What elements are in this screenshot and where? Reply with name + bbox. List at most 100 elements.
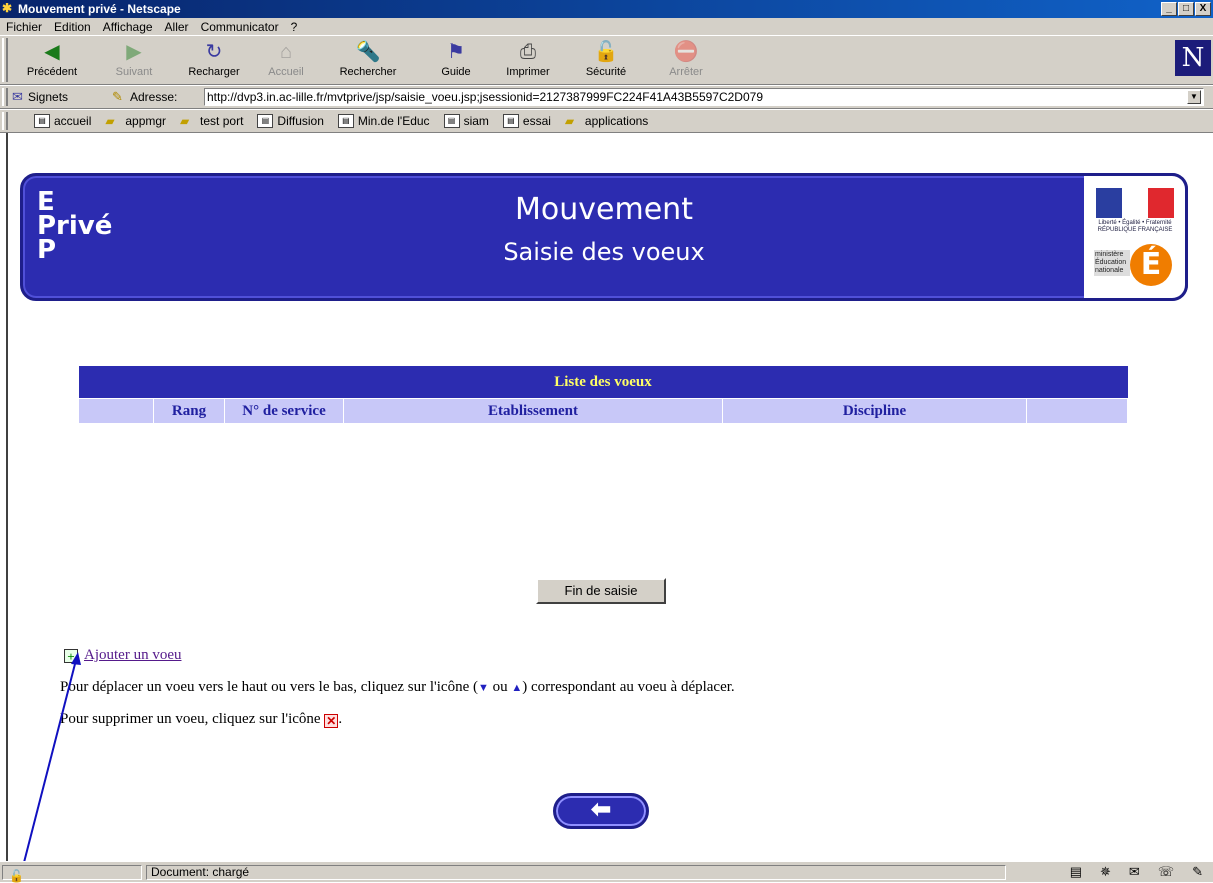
delete-instructions: Pour supprimer un voeu, cliquez sur l'ic… xyxy=(60,711,342,728)
address-label: Adresse: xyxy=(130,90,178,104)
menu-fichier[interactable]: Fichier xyxy=(0,20,48,34)
bookmark-label: applications xyxy=(584,114,649,128)
move-text-ou: ou xyxy=(488,679,512,695)
stop-label: Arrêter xyxy=(669,66,703,78)
reload-button[interactable]: ↻ Recharger xyxy=(182,39,246,83)
status-mail-icon[interactable]: ✉ xyxy=(1129,864,1140,880)
status-text: Document: chargé xyxy=(146,865,1006,880)
forward-label: Suivant xyxy=(115,66,153,78)
menu-affichage[interactable]: Affichage xyxy=(97,20,159,34)
reload-icon: ↻ xyxy=(205,41,223,63)
menu-communicator[interactable]: Communicator xyxy=(195,20,285,34)
folder-icon: ▰ xyxy=(564,114,575,128)
add-icon[interactable]: + xyxy=(64,648,78,663)
add-voeu-link[interactable]: Ajouter un voeu xyxy=(84,647,181,664)
navigation-toolbar: ◀ Précédent ▶ Suivant ↻ Recharger ⌂ Accu… xyxy=(0,35,1213,85)
window-title: Mouvement privé - Netscape xyxy=(18,2,181,16)
personal-grip[interactable] xyxy=(2,112,8,130)
bookmark-label: Diffusion xyxy=(277,114,324,128)
move-text-a: Pour déplacer un voeu vers le haut ou ve… xyxy=(60,679,478,695)
lock-icon: 🔓 xyxy=(593,41,619,63)
reload-label: Recharger xyxy=(188,66,240,78)
maximize-button[interactable]: □ xyxy=(1178,2,1194,16)
back-button[interactable]: ◀ Précédent xyxy=(20,39,84,83)
page-icon: ▤ xyxy=(257,114,274,128)
status-page-icon[interactable]: ▤ xyxy=(1070,864,1082,880)
status-discussion-icon[interactable]: ☏ xyxy=(1158,864,1174,880)
bookmark-applications[interactable]: ▰ applications xyxy=(565,114,648,128)
bookmark-accueil[interactable]: ▤ accueil xyxy=(34,114,91,128)
education-e-icon: É xyxy=(1130,244,1172,286)
bookmark-essai[interactable]: ▤ essai xyxy=(502,114,551,128)
location-grip[interactable] xyxy=(2,88,8,106)
bookmark-test-port[interactable]: ▰ test port xyxy=(180,114,243,128)
header-blank-left xyxy=(78,398,154,424)
delete-text-b: . xyxy=(338,711,343,727)
menu-help[interactable]: ? xyxy=(285,20,304,34)
bookmark-label: siam xyxy=(463,114,489,128)
voeux-table-caption: Liste des voeux xyxy=(78,366,1128,399)
fin-de-saisie-button[interactable]: Fin de saisie xyxy=(536,578,666,604)
up-triangle-icon: ▲ xyxy=(511,682,523,694)
folder-icon: ▰ xyxy=(105,114,115,128)
bookmark-label: test port xyxy=(200,114,244,128)
header-discipline: Discipline xyxy=(722,398,1027,424)
header-rang: Rang xyxy=(153,398,225,424)
personal-toolbar: ▤ accueil ▰ appmgr ▰ test port ▤ Diffusion ▤… xyxy=(0,109,1213,133)
close-button[interactable]: X xyxy=(1195,2,1211,16)
minimize-button[interactable]: _ xyxy=(1161,2,1177,16)
page-subtitle: Saisie des voeux xyxy=(503,238,705,266)
netscape-logo[interactable]: N xyxy=(1175,40,1211,76)
guide-button[interactable]: ⚑ Guide xyxy=(424,39,488,83)
personal-links: ▤ accueil ▰ appmgr ▰ test port ▤ Diffusion ▤… xyxy=(34,114,648,128)
header-banner: E Privé P Mouvement Saisie des voeux Lib… xyxy=(20,173,1188,301)
window-title-bar[interactable]: ✱ Mouvement privé - Netscape _ □ X xyxy=(0,0,1213,18)
page-icon: ▤ xyxy=(337,114,354,128)
guide-icon: ⚑ xyxy=(447,41,465,63)
bookmark-siam[interactable]: ▤ siam xyxy=(443,114,489,128)
page-icon: ▤ xyxy=(502,114,519,128)
bookmark-diffusion[interactable]: ▤ Diffusion xyxy=(257,114,324,128)
stop-icon: ⛔ xyxy=(673,41,699,63)
bookmark-min-educ[interactable]: ▤ Min.de l'Educ xyxy=(337,114,430,128)
return-button[interactable]: ⬅ xyxy=(553,793,649,829)
folder-icon: ▰ xyxy=(180,114,190,128)
print-button[interactable]: ⎙ Imprimer xyxy=(496,39,560,83)
status-lock-icon[interactable]: 🔓 xyxy=(9,869,24,883)
bookmark-label: appmgr xyxy=(125,114,167,128)
status-bar: 🔓 Document: chargé ▤ ✵ ✉ ☏ ✎ xyxy=(0,861,1213,883)
government-logo-box: Liberté • Égalité • Fraternité RÉPUBLIQU… xyxy=(1084,173,1188,301)
status-navigator-icon[interactable]: ✵ xyxy=(1100,864,1111,880)
status-composer-icon[interactable]: ✎ xyxy=(1192,864,1203,880)
address-dropdown-button[interactable]: ▼ xyxy=(1187,90,1201,104)
ministere-label: ministère Éducation nationale xyxy=(1094,250,1130,276)
page-proxy-icon[interactable]: ✎ xyxy=(112,89,123,105)
move-instructions: Pour déplacer un voeu vers le haut ou ve… xyxy=(60,679,735,696)
menu-edition[interactable]: Edition xyxy=(48,20,97,34)
security-button[interactable]: 🔓 Sécurité xyxy=(574,39,638,83)
search-icon: 🔦 xyxy=(355,41,381,63)
back-arrow-icon: ◀ xyxy=(44,41,60,63)
security-label: Sécurité xyxy=(585,66,627,78)
back-label: Précédent xyxy=(26,66,78,78)
print-label: Imprimer xyxy=(506,66,550,78)
home-button[interactable]: ⌂ Accueil xyxy=(254,39,318,83)
address-url: http://dvp3.in.ac-lille.fr/mvtprive/jsp/… xyxy=(207,90,763,104)
address-input[interactable]: http://dvp3.in.ac-lille.fr/mvtprive/jsp/… xyxy=(204,88,1204,106)
stop-button[interactable]: ⛔ Arrêter xyxy=(654,39,718,83)
page-icon: ▤ xyxy=(34,114,50,128)
search-button[interactable]: 🔦 Rechercher xyxy=(336,39,400,83)
toolbar-grip[interactable] xyxy=(2,38,8,82)
menu-aller[interactable]: Aller xyxy=(159,20,195,34)
status-component-icons: ▤ ✵ ✉ ☏ ✎ xyxy=(1070,864,1203,880)
voeux-table: Liste des voeux Rang N° de service Etabl… xyxy=(78,366,1128,424)
guide-label: Guide xyxy=(441,66,471,78)
bookmarks-icon: ✉ xyxy=(12,89,23,104)
print-icon: ⎙ xyxy=(520,41,536,63)
page-icon: ▤ xyxy=(443,114,460,128)
delete-icon: ✕ xyxy=(324,714,339,728)
window-controls: _ □ X xyxy=(1160,2,1211,16)
forward-button[interactable]: ▶ Suivant xyxy=(102,39,166,83)
bookmark-appmgr[interactable]: ▰ appmgr xyxy=(105,114,166,128)
bookmarks-button[interactable]: Signets xyxy=(28,90,68,104)
